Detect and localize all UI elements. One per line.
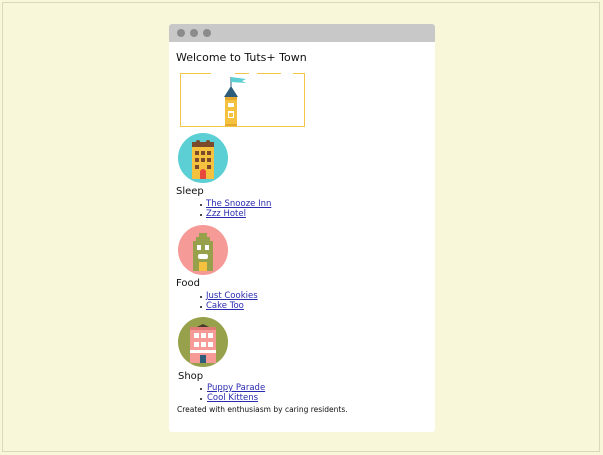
link-cool-kittens[interactable]: Cool Kittens	[207, 393, 258, 403]
page-footer: Created with enthusiasm by caring reside…	[177, 405, 348, 414]
link-just-cookies[interactable]: Just Cookies	[206, 291, 258, 301]
browser-window: Welcome to Tuts+ Town Sleep The Snooze I…	[169, 24, 435, 432]
link-cake-too[interactable]: Cake Too	[206, 301, 244, 311]
bakery-icon	[178, 225, 228, 275]
hero-banner	[180, 72, 305, 127]
window-titlebar	[169, 24, 435, 42]
section-title-sleep: Sleep	[176, 186, 204, 197]
window-close-dot[interactable]	[177, 29, 185, 37]
hotel-icon	[178, 133, 228, 183]
link-the-snooze-inn[interactable]: The Snooze Inn	[206, 199, 271, 209]
link-zzz-hotel[interactable]: Zzz Hotel	[206, 209, 246, 219]
window-minimize-dot[interactable]	[190, 29, 198, 37]
tower-illustration	[224, 77, 246, 126]
shop-links: Puppy Parade Cool Kittens	[169, 383, 265, 404]
window-maximize-dot[interactable]	[203, 29, 211, 37]
list-item: Cool Kittens	[169, 393, 265, 404]
shop-icon	[178, 317, 228, 367]
page-title: Welcome to Tuts+ Town	[176, 51, 307, 64]
sleep-links: The Snooze Inn Zzz Hotel	[169, 199, 271, 220]
food-links: Just Cookies Cake Too	[169, 291, 258, 312]
list-item: Zzz Hotel	[169, 209, 271, 220]
section-title-food: Food	[176, 278, 200, 289]
link-puppy-parade[interactable]: Puppy Parade	[207, 383, 265, 393]
section-title-shop: Shop	[178, 371, 204, 382]
list-item: Cake Too	[169, 301, 258, 312]
